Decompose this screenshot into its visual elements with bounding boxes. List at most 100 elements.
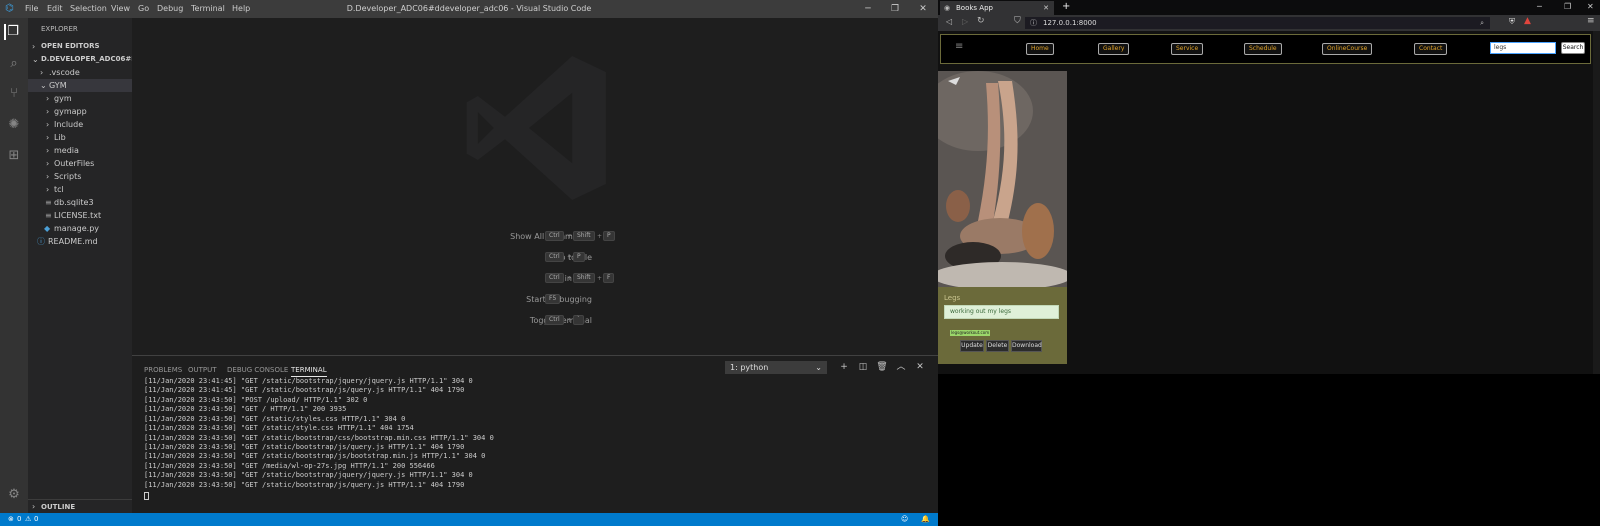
menu-debug[interactable]: Debug: [157, 4, 183, 13]
card-title: Legs: [944, 294, 961, 302]
forward-icon[interactable]: ▷: [962, 17, 968, 26]
nav-contact[interactable]: Contact: [1414, 43, 1448, 55]
settings-gear-icon[interactable]: ⚙: [6, 487, 22, 503]
split-terminal-icon[interactable]: ◫: [857, 361, 869, 373]
site-navbar: ≡ Home Gallery Service Schedule OnlineCo…: [940, 34, 1591, 64]
tab-books-app[interactable]: ◉ Books App ✕: [940, 1, 1054, 15]
tab-strip: ◉ Books App ✕ + ─ ❐ ✕: [938, 0, 1600, 15]
update-button[interactable]: Update: [960, 340, 984, 352]
tab-debug-console[interactable]: DEBUG CONSOLE: [227, 366, 288, 374]
key-ctrl: Ctrl: [545, 315, 564, 325]
terminal-line: [11/Jan/2020 23:43:50] "GET /static/boot…: [144, 452, 486, 460]
menu-view[interactable]: View: [111, 4, 130, 13]
terminal-line: [11/Jan/2020 23:43:50] "GET /static/boot…: [144, 434, 494, 442]
terminal-cursor[interactable]: [144, 492, 149, 500]
feedback-smiley-icon[interactable]: ☺: [901, 513, 908, 526]
restore-icon[interactable]: ❐: [888, 2, 902, 16]
debug-icon[interactable]: ✺: [6, 117, 22, 133]
minimize-icon[interactable]: ─: [861, 2, 875, 16]
menu-icon[interactable]: ≡: [1587, 16, 1595, 26]
key-f: F: [603, 273, 615, 283]
info-icon[interactable]: ⓘ: [1030, 17, 1037, 29]
restore-icon[interactable]: ❐: [1564, 2, 1571, 11]
shield-icon[interactable]: ⛨: [1509, 17, 1515, 27]
card-description: working out my legs: [944, 305, 1059, 319]
menu-help[interactable]: Help: [232, 4, 250, 13]
explorer-icon[interactable]: ❐: [4, 24, 20, 40]
hamburger-icon[interactable]: ≡: [955, 41, 963, 52]
tree-item-license[interactable]: ≡ LICENSE.txt: [28, 209, 132, 222]
bookmark-icon[interactable]: ⛉: [1014, 16, 1021, 26]
menu-edit[interactable]: Edit: [47, 4, 63, 13]
tree-item-outerfiles[interactable]: › OuterFiles: [28, 157, 132, 170]
tree-item-scripts[interactable]: › Scripts: [28, 170, 132, 183]
search-icon[interactable]: ⌕: [6, 56, 22, 72]
page-scrollbar[interactable]: [1593, 31, 1600, 374]
menu-go[interactable]: Go: [138, 4, 149, 13]
address-bar[interactable]: ⓘ 127.0.0.1:8000 ⌕: [1025, 17, 1490, 29]
maximize-panel-icon[interactable]: ︿: [895, 361, 907, 373]
new-terminal-icon[interactable]: +: [838, 361, 850, 373]
tab-output[interactable]: OUTPUT: [188, 366, 217, 374]
search-input[interactable]: legs: [1490, 42, 1556, 54]
tree-item-media[interactable]: › media: [28, 144, 132, 157]
reload-icon[interactable]: ↻: [977, 16, 985, 26]
zoom-icon[interactable]: ⌕: [1480, 17, 1484, 29]
tree-item-tcl[interactable]: › tcl: [28, 183, 132, 196]
menu-terminal[interactable]: Terminal: [191, 4, 225, 13]
tree-item-vscode[interactable]: › .vscode: [28, 66, 132, 79]
download-button[interactable]: Download: [1011, 340, 1042, 352]
tree-item-readme[interactable]: ⓘ README.md: [28, 235, 132, 248]
nav-onlinecourse[interactable]: OnlineCourse: [1322, 43, 1373, 55]
tab-terminal[interactable]: TERMINAL: [291, 366, 327, 377]
extension-triangle-icon[interactable]: ▲: [1524, 16, 1531, 26]
workspace-root[interactable]: ⌄ D.DEVELOPER_ADC06#DDE...: [28, 53, 132, 66]
errors-icon[interactable]: ⊗: [8, 513, 14, 526]
terminal-select[interactable]: 1: python ⌄: [725, 361, 827, 374]
key-backtick: `: [573, 315, 584, 325]
extensions-icon[interactable]: ⊞: [6, 148, 22, 164]
new-tab-icon[interactable]: +: [1062, 1, 1070, 12]
nav-schedule[interactable]: Schedule: [1244, 43, 1282, 55]
chevron-right-icon: ›: [46, 185, 50, 194]
nav-service[interactable]: Service: [1171, 43, 1204, 55]
error-count[interactable]: 0: [17, 513, 21, 526]
tree-item-db-sqlite3[interactable]: ≡ db.sqlite3: [28, 196, 132, 209]
open-editors-section[interactable]: › OPEN EDITORS: [28, 40, 132, 53]
tree-item-include[interactable]: › Include: [28, 118, 132, 131]
nav-home[interactable]: Home: [1026, 43, 1054, 55]
close-tab-icon[interactable]: ✕: [1043, 1, 1049, 15]
tree-item-gym[interactable]: › gym: [28, 92, 132, 105]
bell-icon[interactable]: 🔔: [921, 513, 930, 526]
nav-gallery[interactable]: Gallery: [1098, 43, 1130, 55]
key-shift: Shift: [573, 231, 595, 241]
menu-selection[interactable]: Selection: [70, 4, 107, 13]
activity-bar: ❐ ⌕ ⑂ ✺ ⊞ ⚙: [0, 18, 28, 513]
chevron-down-icon: ⌄: [40, 81, 47, 90]
outline-section[interactable]: › OUTLINE: [28, 499, 132, 513]
tree-item-gym-root[interactable]: ⌄ GYM: [28, 79, 132, 92]
tree-item-gymapp[interactable]: › gymapp: [28, 105, 132, 118]
file-icon: ≡: [45, 198, 52, 207]
tree-item-manage-py[interactable]: ◆ manage.py: [28, 222, 132, 235]
tree-item-lib[interactable]: › Lib: [28, 131, 132, 144]
delete-button[interactable]: Delete: [986, 340, 1009, 352]
minimize-icon[interactable]: ─: [1537, 2, 1542, 11]
back-icon[interactable]: ◁: [946, 17, 952, 26]
close-icon[interactable]: ✕: [916, 2, 930, 16]
chevron-right-icon: ›: [46, 94, 50, 103]
key-p: P: [573, 252, 585, 262]
close-icon[interactable]: ✕: [1587, 2, 1594, 11]
file-icon: ≡: [45, 211, 52, 220]
menu-file[interactable]: File: [25, 4, 38, 13]
tab-problems[interactable]: PROBLEMS: [144, 366, 182, 374]
warning-icon[interactable]: ⚠: [25, 513, 31, 526]
trash-icon[interactable]: 🗑: [876, 361, 888, 373]
chevron-down-icon: ⌄: [32, 55, 39, 64]
source-control-icon[interactable]: ⑂: [6, 86, 22, 102]
search-button[interactable]: Search: [1561, 42, 1585, 54]
warning-count[interactable]: 0: [34, 513, 38, 526]
terminal-line: [11/Jan/2020 23:43:50] "GET /static/styl…: [144, 424, 414, 432]
close-panel-icon[interactable]: ✕: [914, 361, 926, 373]
python-file-icon: ◆: [44, 224, 51, 233]
